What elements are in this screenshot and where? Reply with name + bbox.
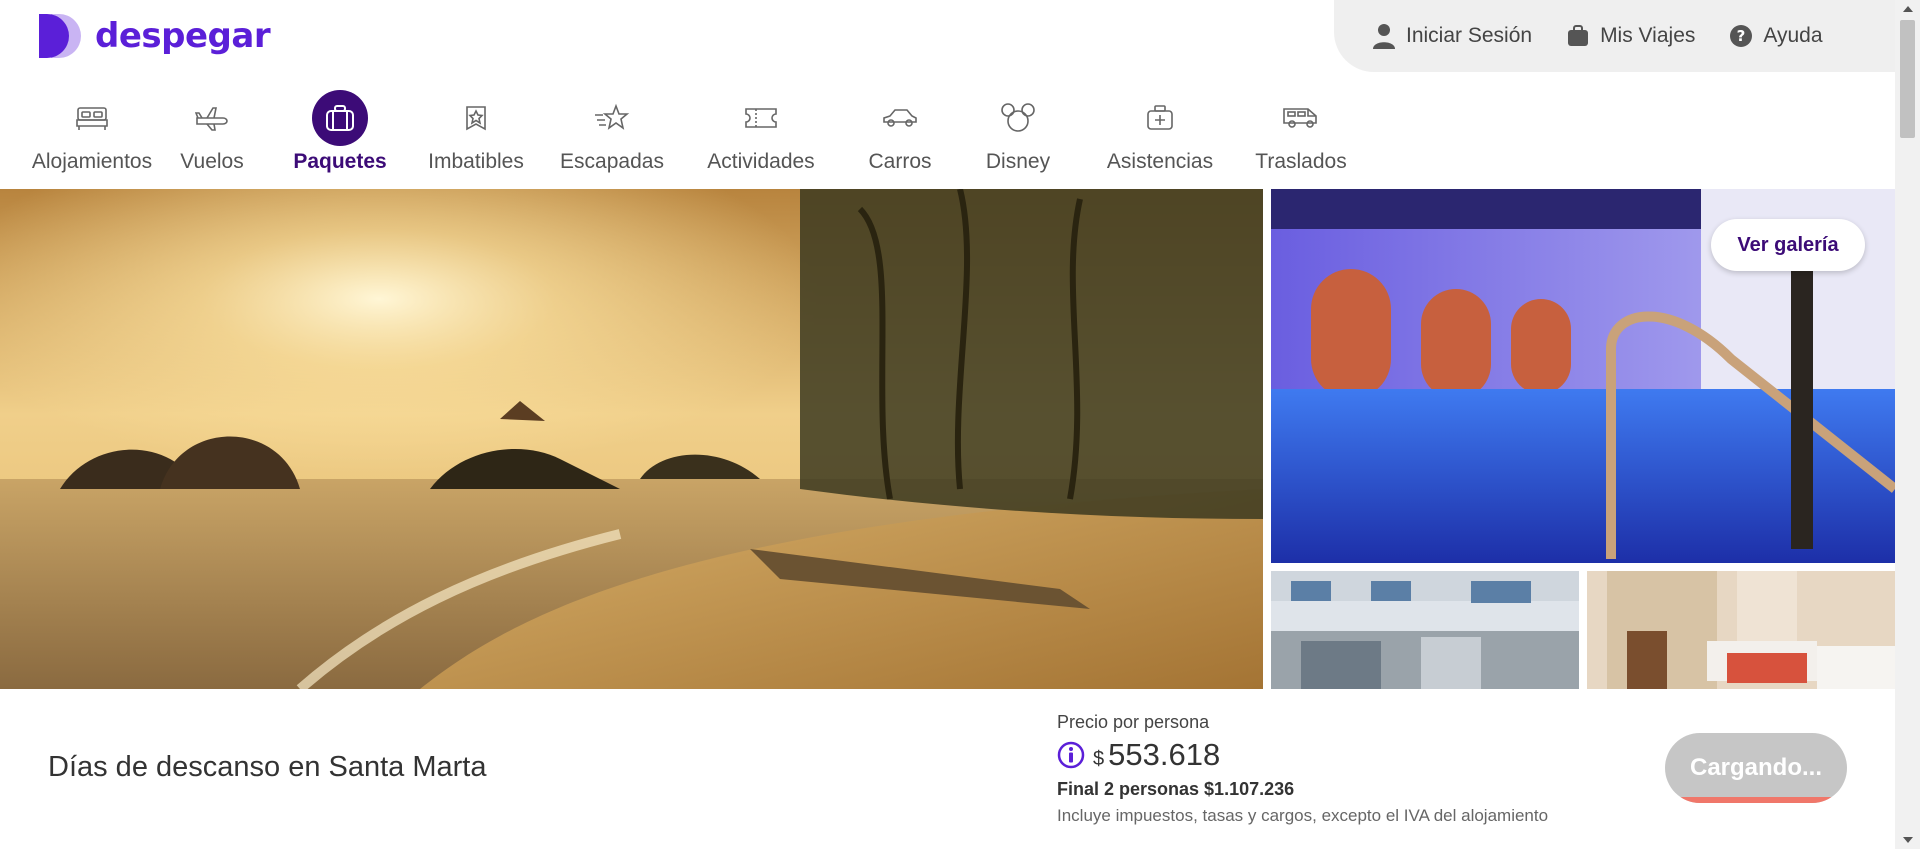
suitcase-icon [1568, 25, 1589, 46]
view-gallery-button[interactable]: Ver galería [1711, 219, 1865, 271]
nav-label: Carros [868, 150, 932, 173]
car-icon [872, 90, 928, 146]
price-note: Incluye impuestos, tasas y cargos, excep… [1057, 806, 1549, 825]
photo-gallery: Ver galería [0, 189, 1895, 689]
help-label: Ayuda [1763, 24, 1823, 47]
scrollbar-thumb[interactable] [1900, 20, 1915, 138]
scroll-down-icon[interactable] [1903, 837, 1913, 843]
loading-button[interactable]: Cargando... [1665, 733, 1847, 803]
logo-icon [37, 12, 85, 60]
nav-item-disney[interactable]: Disney [962, 90, 1074, 190]
nav-item-carros[interactable]: Carros [844, 90, 956, 190]
nav-item-paquetes[interactable]: Paquetes [260, 90, 420, 196]
price-total: Final 2 personas $1.107.236 [1057, 779, 1295, 799]
my-trips-link[interactable]: Mis Viajes [1566, 24, 1695, 48]
mickey-icon [990, 90, 1046, 146]
nav-label: Actividades [707, 150, 815, 173]
nav-item-escapadas[interactable]: Escapadas [542, 90, 682, 190]
hero-photo-beach[interactable] [0, 189, 1263, 689]
ticket-icon [733, 90, 789, 146]
star-speed-icon [584, 90, 640, 146]
nav-label: Imbatibles [428, 150, 524, 173]
price-value: 553.618 [1108, 737, 1221, 772]
nav-label: Paquetes [293, 150, 387, 173]
price-row: $ 553.618 [1057, 737, 1548, 773]
badge-star-icon [448, 90, 504, 146]
user-icon [1373, 24, 1395, 49]
login-label: Iniciar Sesión [1406, 24, 1533, 47]
my-trips-label: Mis Viajes [1600, 24, 1696, 47]
help-icon: ? [1730, 25, 1753, 47]
nav-label: Vuelos [180, 150, 244, 173]
product-nav: Alojamientos Vuelos Paquetes Imbatibles … [30, 90, 1368, 196]
bed-icon [64, 90, 120, 146]
price-label: Precio por persona [1057, 712, 1210, 732]
info-icon[interactable] [1057, 741, 1085, 769]
brand-logo[interactable]: despegar [37, 12, 271, 60]
nav-item-alojamientos[interactable]: Alojamientos [30, 90, 154, 190]
user-bar: Iniciar Sesión Mis Viajes ? Ayuda [1334, 0, 1900, 72]
suitcase-icon [312, 90, 368, 146]
nav-item-imbatibles[interactable]: Imbatibles [414, 90, 538, 190]
loading-button-label: Cargando... [1689, 754, 1822, 781]
nav-label: Escapadas [560, 150, 664, 173]
nav-item-traslados[interactable]: Traslados [1234, 90, 1368, 190]
svg-text:?: ? [1737, 27, 1746, 45]
loading-progress-bar [1679, 797, 1833, 803]
van-icon [1273, 90, 1329, 146]
nav-label: Disney [985, 150, 1051, 173]
nav-item-asistencias[interactable]: Asistencias [1086, 90, 1234, 190]
scroll-up-icon[interactable] [1903, 6, 1913, 12]
page-scrollbar[interactable] [1895, 0, 1920, 849]
logo-text: despegar [95, 16, 271, 56]
price-currency: $ [1093, 747, 1105, 770]
package-title: Días de descanso en Santa Marta [48, 751, 487, 783]
help-link[interactable]: ? Ayuda [1729, 24, 1823, 48]
nav-item-vuelos[interactable]: Vuelos [150, 90, 274, 190]
login-link[interactable]: Iniciar Sesión [1372, 23, 1532, 49]
nav-item-actividades[interactable]: Actividades [688, 90, 834, 190]
nav-label: Traslados [1255, 150, 1347, 173]
plane-icon [184, 90, 240, 146]
nav-label: Alojamientos [31, 150, 153, 173]
medkit-icon [1132, 90, 1188, 146]
hotel-facade-photo[interactable] [1271, 571, 1579, 689]
price-block: Precio por persona $ 553.618 Final 2 per… [1057, 712, 1548, 826]
nav-label: Asistencias [1106, 150, 1214, 173]
hotel-room-photo[interactable] [1587, 571, 1895, 689]
